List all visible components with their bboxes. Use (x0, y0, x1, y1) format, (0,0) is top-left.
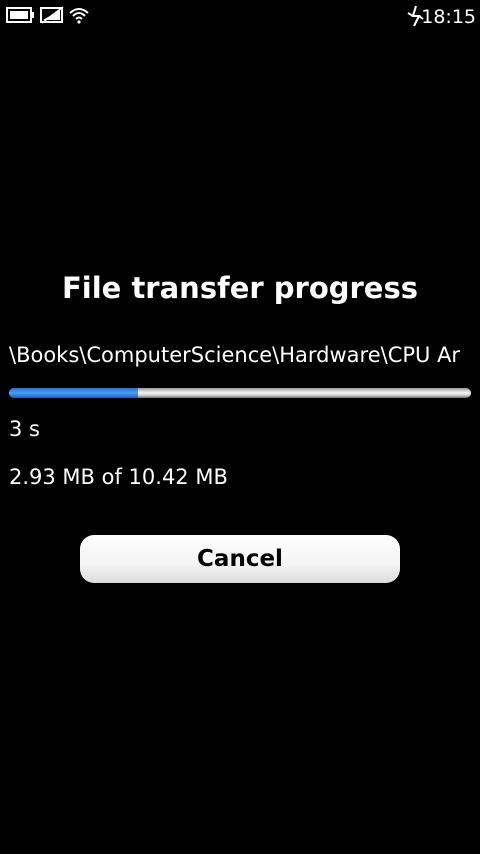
file-path-label: \Books\ComputerScience\Hardware\CPU Ar (9, 343, 461, 367)
dialog-title: File transfer progress (61, 271, 418, 305)
status-clock: 18:15 (421, 6, 476, 28)
network-icon (40, 5, 64, 27)
cancel-button[interactable]: Cancel (80, 535, 400, 583)
transfer-progress-bar (9, 388, 471, 398)
time-remaining-label: 3 s (9, 417, 40, 441)
size-progress-label: 2.93 MB of 10.42 MB (9, 465, 228, 489)
battery-icon (6, 5, 34, 27)
wifi-icon (68, 5, 90, 27)
status-bar: 18:15 (0, 0, 480, 34)
transfer-progress-fill (9, 388, 139, 398)
